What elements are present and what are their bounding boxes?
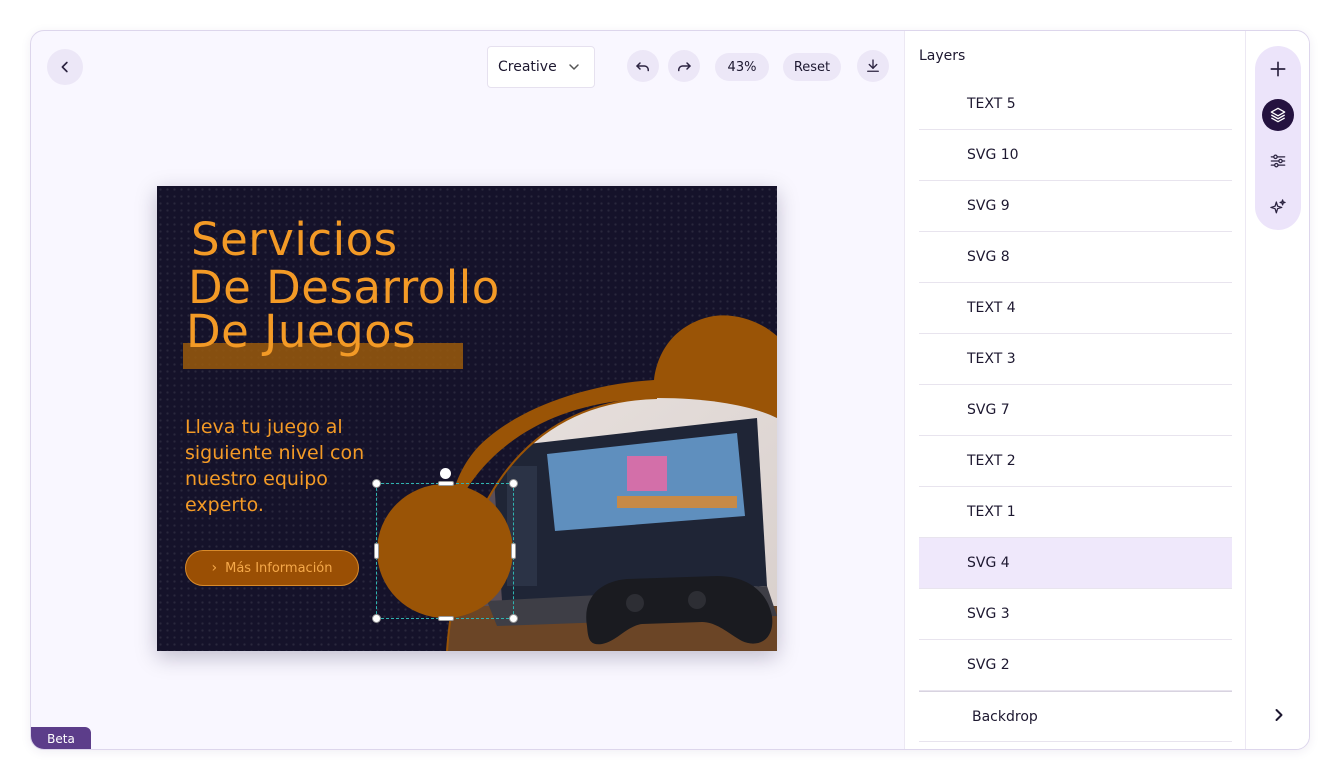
- layer-item[interactable]: TEXT 2: [919, 436, 1232, 487]
- layer-label: SVG 3: [967, 606, 1010, 622]
- sparkles-icon: [1270, 199, 1286, 214]
- resize-handle-bottom-right[interactable]: [509, 614, 518, 623]
- layer-label: TEXT 4: [967, 300, 1016, 316]
- layer-item[interactable]: SVG 8: [919, 232, 1232, 283]
- resize-handle-top[interactable]: [438, 481, 454, 486]
- resize-handle-right[interactable]: [511, 543, 516, 559]
- download-icon: [867, 59, 879, 72]
- tool-rail: [1246, 31, 1309, 749]
- cta-label: Más Información: [225, 560, 333, 576]
- reset-button[interactable]: Reset: [783, 53, 841, 81]
- layer-item[interactable]: TEXT 5: [919, 79, 1232, 130]
- redo-button[interactable]: [668, 50, 700, 82]
- layer-item-backdrop[interactable]: Backdrop: [919, 691, 1232, 742]
- mode-select[interactable]: Creative: [487, 46, 595, 88]
- undo-button[interactable]: [627, 50, 659, 82]
- chevron-down-icon: [569, 64, 579, 70]
- layer-label: TEXT 5: [967, 96, 1016, 112]
- layer-label: TEXT 1: [967, 504, 1016, 520]
- editor-workspace: Creative 43% Reset Servicios De Desarrol…: [31, 31, 904, 749]
- layer-label: TEXT 2: [967, 453, 1016, 469]
- back-button[interactable]: [47, 49, 83, 85]
- design-canvas[interactable]: Servicios De Desarrollo De Juegos Lleva …: [157, 186, 777, 651]
- resize-handle-left[interactable]: [374, 543, 379, 559]
- layer-item[interactable]: TEXT 4: [919, 283, 1232, 334]
- beta-badge: Beta: [31, 727, 91, 749]
- headline-line-1: Servicios: [191, 213, 398, 266]
- redo-icon: [678, 62, 691, 72]
- adjustments-tool-button[interactable]: [1262, 145, 1294, 177]
- editor-app: Creative 43% Reset Servicios De Desarrol…: [30, 30, 1310, 750]
- layers-tool-button[interactable]: [1262, 99, 1294, 131]
- layer-item[interactable]: TEXT 1: [919, 487, 1232, 538]
- cta-button[interactable]: › Más Información: [185, 550, 359, 586]
- sliders-icon: [1270, 154, 1286, 168]
- layer-item[interactable]: SVG 2: [919, 640, 1232, 691]
- undo-icon: [636, 62, 649, 72]
- layer-item[interactable]: SVG 9: [919, 181, 1232, 232]
- layers-title: Layers: [919, 48, 966, 64]
- download-button[interactable]: [857, 50, 889, 82]
- layer-item-selected[interactable]: SVG 4: [919, 538, 1232, 589]
- layer-label: SVG 9: [967, 198, 1010, 214]
- layer-label: SVG 7: [967, 402, 1010, 418]
- layer-label: Backdrop: [972, 708, 1038, 725]
- chevron-left-icon: [61, 61, 68, 73]
- rotate-handle[interactable]: [440, 468, 451, 479]
- layer-label: SVG 4: [967, 555, 1010, 571]
- layer-list: TEXT 5 SVG 10 SVG 9 SVG 8 TEXT 4 TEXT 3 …: [919, 79, 1232, 742]
- layer-item[interactable]: SVG 10: [919, 130, 1232, 181]
- tool-group: [1255, 46, 1301, 230]
- headline-line-3: De Juegos: [186, 305, 417, 358]
- layer-item[interactable]: SVG 7: [919, 385, 1232, 436]
- zoom-level-button[interactable]: 43%: [715, 53, 769, 81]
- layer-item[interactable]: TEXT 3: [919, 334, 1232, 385]
- magic-tool-button[interactable]: [1262, 191, 1294, 223]
- subtext[interactable]: Lleva tu juego al siguiente nivel con nu…: [185, 414, 385, 518]
- resize-handle-top-right[interactable]: [509, 479, 518, 488]
- chevron-right-icon: [1275, 709, 1283, 721]
- mode-select-value: Creative: [498, 59, 557, 75]
- plus-icon: [1270, 61, 1286, 77]
- layers-icon: [1270, 107, 1286, 123]
- selection-box[interactable]: [372, 468, 518, 623]
- resize-handle-bottom-left[interactable]: [372, 614, 381, 623]
- layer-label: SVG 8: [967, 249, 1010, 265]
- layer-item[interactable]: SVG 3: [919, 589, 1232, 640]
- chevron-right-icon: ›: [211, 560, 218, 576]
- resize-handle-bottom[interactable]: [438, 616, 454, 621]
- resize-handle-top-left[interactable]: [372, 479, 381, 488]
- layers-panel: Layers TEXT 5 SVG 10 SVG 9 SVG 8 TEXT 4 …: [904, 31, 1246, 749]
- layer-label: SVG 10: [967, 147, 1019, 163]
- layer-label: SVG 2: [967, 657, 1010, 673]
- add-element-button[interactable]: [1262, 53, 1294, 85]
- layer-label: TEXT 3: [967, 351, 1016, 367]
- headline[interactable]: Servicios De Desarrollo De Juegos: [186, 213, 500, 356]
- expand-panel-button[interactable]: [1264, 700, 1294, 730]
